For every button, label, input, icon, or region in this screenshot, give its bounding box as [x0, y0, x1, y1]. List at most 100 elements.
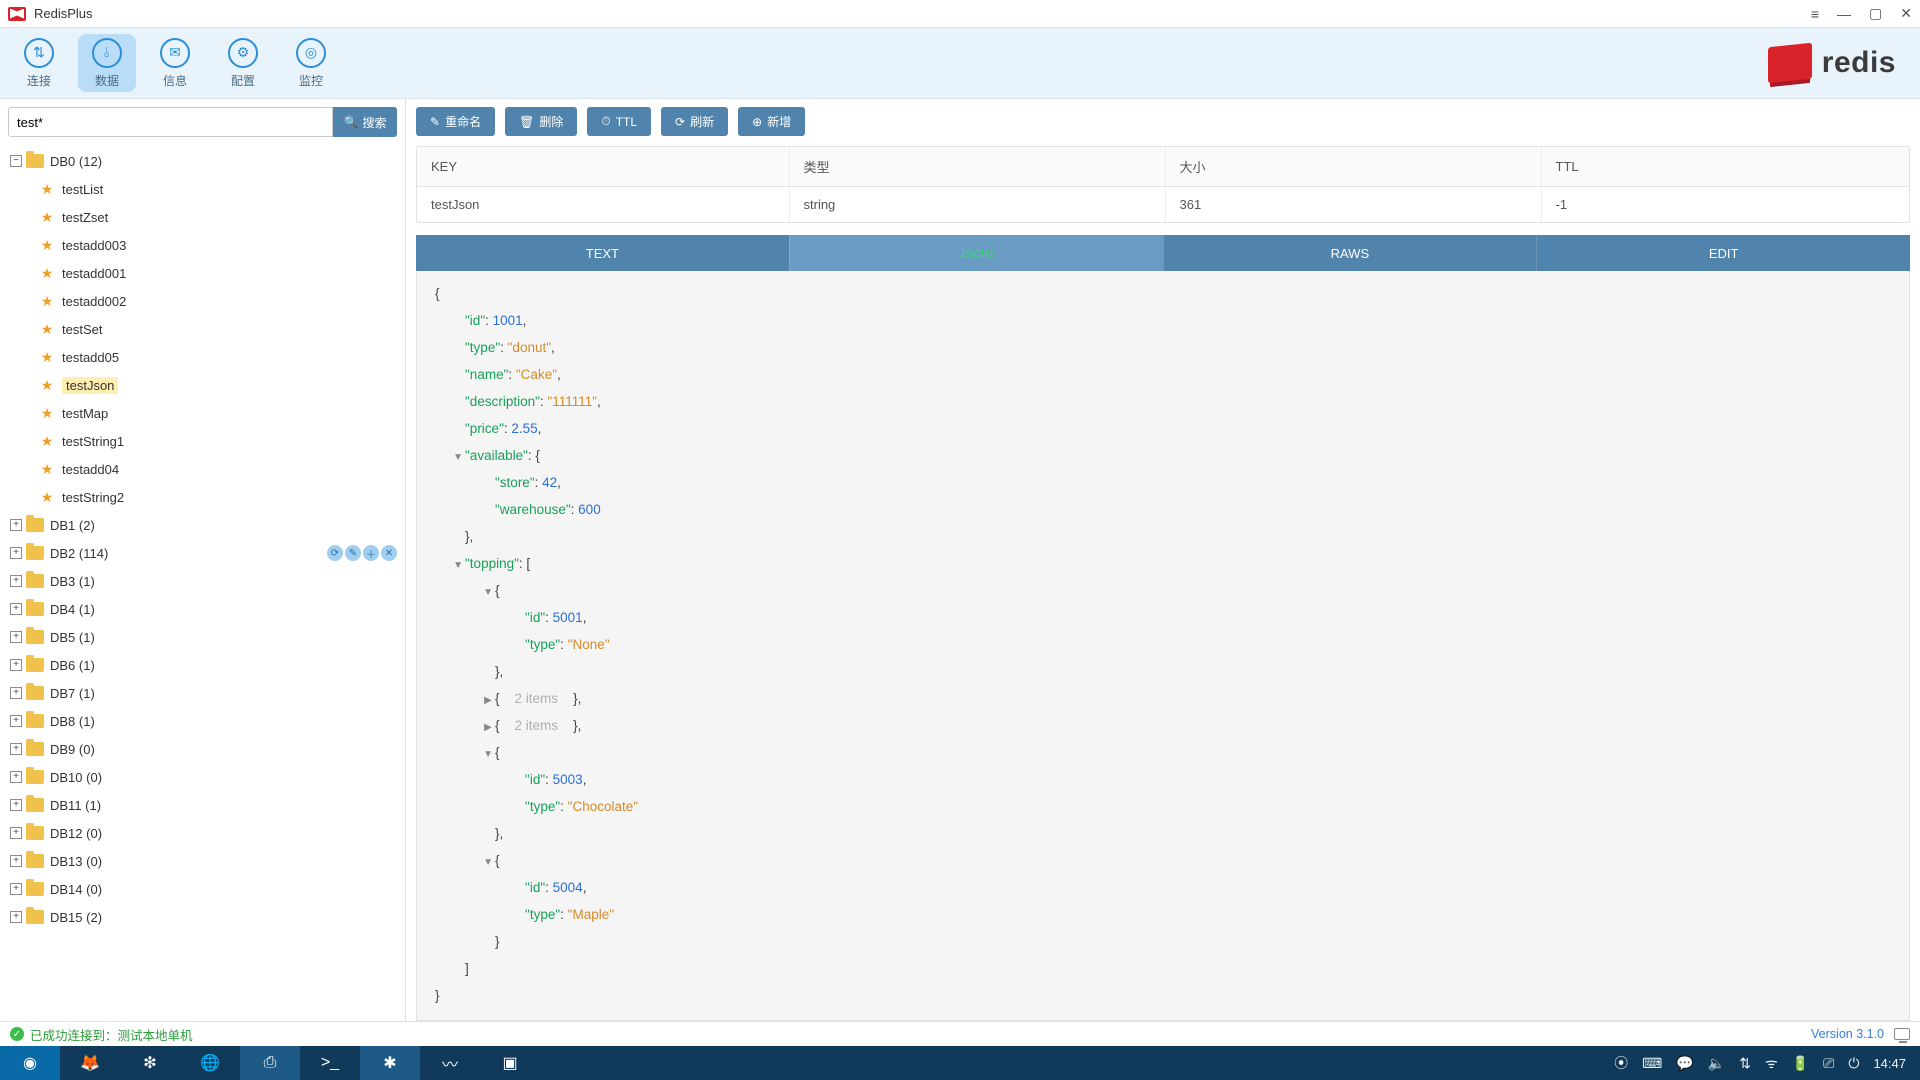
tree-DB7[interactable]: +DB7 (1) [0, 679, 405, 707]
tree-DB10[interactable]: +DB10 (0) [0, 763, 405, 791]
taskbar-items: ◉🦊❇🌐⎙>_✱〰▣ [0, 1046, 540, 1080]
taskbar-app4[interactable]: ✱ [360, 1046, 420, 1080]
tree-DB15[interactable]: +DB15 (2) [0, 903, 405, 931]
tree-key-testMap[interactable]: ★testMap [0, 399, 405, 427]
tree-DB14[interactable]: +DB14 (0) [0, 875, 405, 903]
expand-icon[interactable]: + [10, 911, 22, 923]
expand-icon[interactable]: + [10, 743, 22, 755]
tree-DB8[interactable]: +DB8 (1) [0, 707, 405, 735]
tray-icon[interactable]: 💬 [1676, 1055, 1693, 1072]
tree-key-testadd05[interactable]: ★testadd05 [0, 343, 405, 371]
db-tree[interactable]: −DB0 (12)★testList★testZset★testadd003★t… [0, 145, 405, 1021]
tree-DB13[interactable]: +DB13 (0) [0, 847, 405, 875]
taskbar-terminal[interactable]: >_ [300, 1046, 360, 1080]
tree-key-testString1[interactable]: ★testString1 [0, 427, 405, 455]
tray-icon[interactable]: 🔈 [1708, 1055, 1725, 1072]
collapse-toggle-icon[interactable]: ▼ [483, 742, 493, 767]
taskbar-redisplus[interactable]: ▣ [480, 1046, 540, 1080]
collapse-toggle-icon[interactable]: ▼ [453, 445, 463, 470]
tree-key-testSet[interactable]: ★testSet [0, 315, 405, 343]
maximize-button[interactable]: ▢ [1869, 5, 1882, 22]
delete-button[interactable]: 🗑删除 [505, 107, 577, 136]
tree-key-testadd002[interactable]: ★testadd002 [0, 287, 405, 315]
tree-key-testString2[interactable]: ★testString2 [0, 483, 405, 511]
tab-json[interactable]: JSON [789, 235, 1163, 271]
db-action-icon[interactable]: ✎ [345, 545, 361, 561]
collapse-toggle-icon[interactable]: ▼ [483, 850, 493, 875]
expand-icon[interactable]: + [10, 883, 22, 895]
refresh-button[interactable]: ⟳刷新 [661, 107, 728, 136]
key-label: testadd05 [62, 350, 119, 365]
expand-icon[interactable]: + [10, 771, 22, 783]
nav-connect-button[interactable]: ⇅连接 [10, 34, 68, 92]
key-info-row: testJson string 361 -1 [417, 187, 1909, 223]
close-button[interactable]: ✕ [1900, 5, 1912, 22]
tray-icon[interactable]: ⏻ [1848, 1055, 1859, 1072]
nav-info-button[interactable]: ✉信息 [146, 34, 204, 92]
json-line: "name": "Cake", [423, 362, 1903, 389]
tray-icon[interactable]: ⇅ [1739, 1055, 1751, 1072]
tree-DB2[interactable]: +DB2 (114)⟳✎＋✕ [0, 539, 405, 567]
expand-icon[interactable]: + [10, 659, 22, 671]
tree-key-testadd003[interactable]: ★testadd003 [0, 231, 405, 259]
monitor-icon[interactable] [1894, 1028, 1910, 1040]
nav-data-button[interactable]: ⫰数据 [78, 34, 136, 92]
tab-edit[interactable]: EDIT [1536, 235, 1910, 271]
tree-DB3[interactable]: +DB3 (1) [0, 567, 405, 595]
expand-icon[interactable]: + [10, 855, 22, 867]
tree-key-testadd04[interactable]: ★testadd04 [0, 455, 405, 483]
collapse-icon[interactable]: − [10, 155, 22, 167]
ttl-button[interactable]: ⏱TTL [587, 107, 651, 136]
taskbar-firefox[interactable]: 🦊 [60, 1046, 120, 1080]
collapse-toggle-icon[interactable]: ▼ [453, 553, 463, 578]
tree-DB6[interactable]: +DB6 (1) [0, 651, 405, 679]
add-button[interactable]: ⊕新增 [738, 107, 805, 136]
minimize-button[interactable]: — [1837, 6, 1851, 22]
collapse-toggle-icon[interactable]: ▼ [483, 580, 493, 605]
json-viewer[interactable]: { "id": 1001, "type": "donut", "name": "… [416, 271, 1910, 1021]
tray-icon[interactable]: ⎚ [1823, 1055, 1834, 1072]
expand-toggle-icon[interactable]: ▶ [483, 688, 493, 713]
tree-DB11[interactable]: +DB11 (1) [0, 791, 405, 819]
rename-button[interactable]: ✎重命名 [416, 107, 495, 136]
expand-toggle-icon[interactable]: ▶ [483, 715, 493, 740]
search-input[interactable] [8, 107, 333, 137]
db-action-icon[interactable]: ✕ [381, 545, 397, 561]
tree-key-testZset[interactable]: ★testZset [0, 203, 405, 231]
taskbar-app3[interactable]: ⎙ [240, 1046, 300, 1080]
taskbar-app2[interactable]: 🌐 [180, 1046, 240, 1080]
expand-icon[interactable]: + [10, 547, 22, 559]
tab-raws[interactable]: RAWS [1163, 235, 1537, 271]
tree-DB9[interactable]: +DB9 (0) [0, 735, 405, 763]
tree-key-testList[interactable]: ★testList [0, 175, 405, 203]
tree-DB5[interactable]: +DB5 (1) [0, 623, 405, 651]
taskbar-app5[interactable]: 〰 [420, 1046, 480, 1080]
expand-icon[interactable]: + [10, 715, 22, 727]
tree-key-testadd001[interactable]: ★testadd001 [0, 259, 405, 287]
expand-icon[interactable]: + [10, 827, 22, 839]
db-action-icon[interactable]: ⟳ [327, 545, 343, 561]
taskbar-app1[interactable]: ❇ [120, 1046, 180, 1080]
tab-text[interactable]: TEXT [416, 235, 789, 271]
expand-icon[interactable]: + [10, 603, 22, 615]
tree-key-testJson[interactable]: ★testJson [0, 371, 405, 399]
expand-icon[interactable]: + [10, 799, 22, 811]
tray-icon[interactable]: 🔋 [1792, 1055, 1809, 1072]
nav-config-button[interactable]: ⚙配置 [214, 34, 272, 92]
taskbar-launcher[interactable]: ◉ [0, 1046, 60, 1080]
tray-icon[interactable]: ⦿ [1614, 1053, 1628, 1073]
tree-DB1[interactable]: +DB1 (2) [0, 511, 405, 539]
tray-icon[interactable]: ᯤ [1765, 1054, 1778, 1073]
tree-db0[interactable]: −DB0 (12) [0, 147, 405, 175]
tree-DB12[interactable]: +DB12 (0) [0, 819, 405, 847]
nav-monitor-button[interactable]: ◎监控 [282, 34, 340, 92]
menu-icon[interactable]: ≡ [1811, 6, 1819, 22]
expand-icon[interactable]: + [10, 631, 22, 643]
tree-DB4[interactable]: +DB4 (1) [0, 595, 405, 623]
expand-icon[interactable]: + [10, 519, 22, 531]
search-button[interactable]: 🔍 搜索 [333, 107, 397, 137]
db-action-icon[interactable]: ＋ [363, 545, 379, 561]
tray-icon[interactable]: ⌨ [1642, 1055, 1662, 1072]
expand-icon[interactable]: + [10, 575, 22, 587]
expand-icon[interactable]: + [10, 687, 22, 699]
